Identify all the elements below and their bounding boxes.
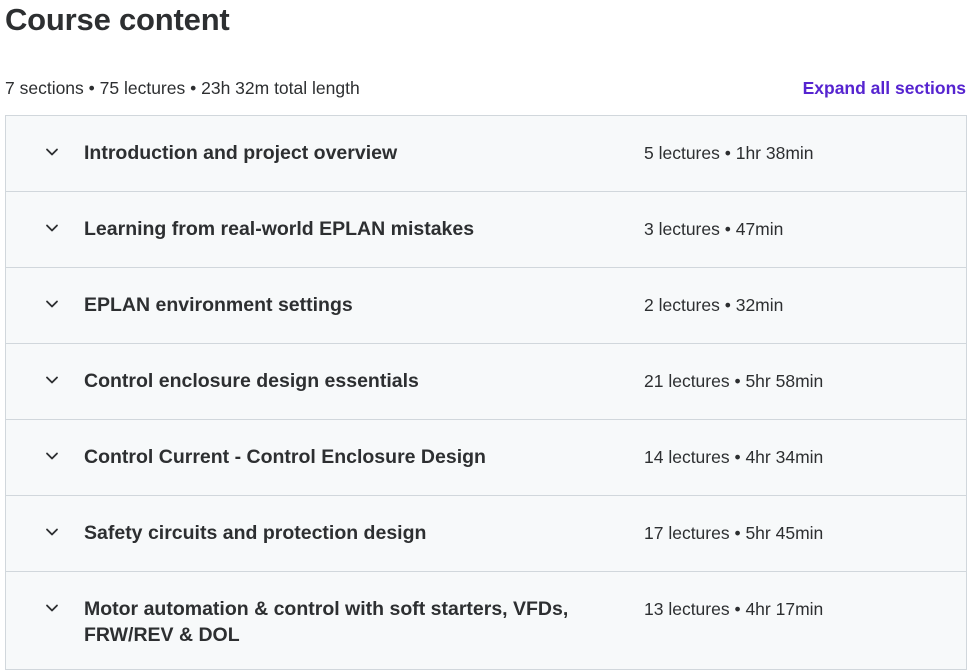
section-title: Control enclosure design essentials <box>84 370 419 392</box>
chevron-down-icon <box>44 144 60 160</box>
section-item[interactable]: Motor automation & control with soft sta… <box>6 572 966 670</box>
section-item[interactable]: Learning from real-world EPLAN mistakes … <box>6 192 966 268</box>
section-meta: 2 lectures • 32min <box>644 295 784 315</box>
section-item[interactable]: EPLAN environment settings 2 lectures • … <box>6 268 966 344</box>
expand-all-sections-button[interactable]: Expand all sections <box>803 78 966 99</box>
chevron-down-icon <box>44 600 60 616</box>
section-meta: 13 lectures • 4hr 17min <box>644 599 824 619</box>
chevron-down-icon <box>44 524 60 540</box>
chevron-down-icon <box>44 448 60 464</box>
course-content-page: Course content 7 sections • 75 lectures … <box>0 0 969 670</box>
section-meta: 17 lectures • 5hr 45min <box>644 523 824 543</box>
chevron-down-icon <box>44 372 60 388</box>
section-meta: 5 lectures • 1hr 38min <box>644 143 814 163</box>
chevron-down-icon <box>44 220 60 236</box>
section-title: Control Current - Control Enclosure Desi… <box>84 446 486 468</box>
section-item[interactable]: Introduction and project overview 5 lect… <box>6 116 966 192</box>
section-item[interactable]: Safety circuits and protection design 17… <box>6 496 966 572</box>
section-title: EPLAN environment settings <box>84 294 353 316</box>
section-title: Introduction and project overview <box>84 142 398 164</box>
section-meta: 21 lectures • 5hr 58min <box>644 371 824 391</box>
summary-row: 7 sections • 75 lectures • 23h 32m total… <box>5 76 966 100</box>
section-item[interactable]: Control Current - Control Enclosure Desi… <box>6 420 966 496</box>
chevron-down-icon <box>44 296 60 312</box>
section-meta: 3 lectures • 47min <box>644 219 784 239</box>
section-title: Learning from real-world EPLAN mistakes <box>84 218 475 240</box>
section-meta: 14 lectures • 4hr 34min <box>644 447 824 467</box>
section-title: Motor automation & control with soft sta… <box>84 598 569 646</box>
sections-list: Introduction and project overview 5 lect… <box>5 115 967 670</box>
page-title: Course content <box>5 2 230 37</box>
course-summary: 7 sections • 75 lectures • 23h 32m total… <box>5 77 360 98</box>
section-item[interactable]: Control enclosure design essentials 21 l… <box>6 344 966 420</box>
section-title: Safety circuits and protection design <box>84 522 427 544</box>
